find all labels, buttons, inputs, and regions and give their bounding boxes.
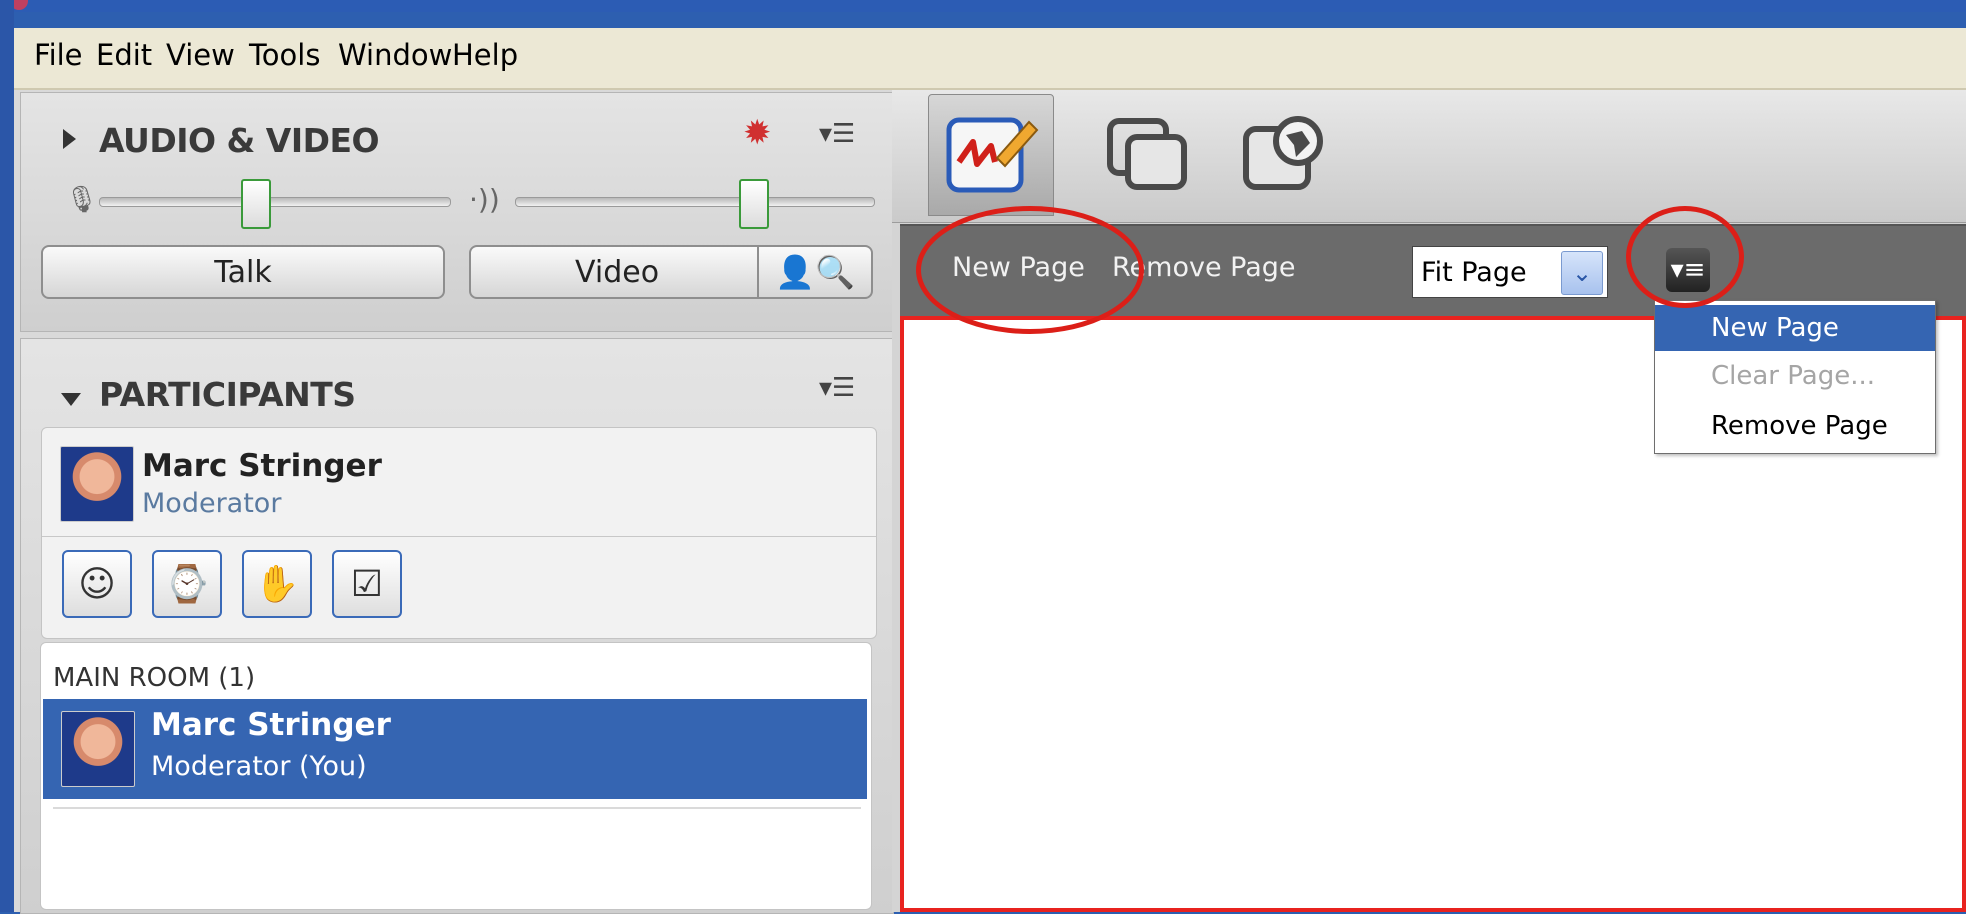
annotation-circle — [916, 206, 1144, 334]
microphone-icon: 🎙 — [65, 185, 99, 215]
participant-list: MAIN ROOM (1) Marc Stringer Moderator (Y… — [40, 642, 872, 910]
menu-edit[interactable]: Edit — [96, 38, 152, 72]
hand-icon: ✋ — [254, 564, 300, 605]
video-button-label: Video — [575, 254, 660, 290]
speaker-slider-track[interactable] — [515, 197, 875, 207]
tab-application-share[interactable] — [1088, 94, 1212, 214]
main-room-label: MAIN ROOM (1) — [53, 663, 256, 693]
window-frame — [0, 0, 14, 912]
away-status-button[interactable]: ⌚ — [152, 550, 222, 618]
chevron-down-icon[interactable]: ⌄ — [1561, 251, 1603, 295]
annotation-circle — [1626, 206, 1744, 308]
video-button[interactable]: Video 👤🔍 — [469, 245, 873, 299]
audio-video-pane: AUDIO & VIDEO ✹ ▾☰ 🎙 ·)) Talk Video 👤🔍 — [20, 92, 894, 332]
menu-view[interactable]: View — [166, 38, 235, 72]
menu-window[interactable]: Window — [338, 38, 452, 72]
smiley-icon: ☺ — [78, 563, 116, 605]
checkbox-icon: ☑ — [350, 563, 384, 605]
my-role: Moderator — [142, 488, 282, 519]
participant-role: Moderator (You) — [151, 751, 367, 782]
avatar — [60, 446, 134, 522]
zoom-select-value: Fit Page — [1421, 257, 1527, 288]
speaker-slider-thumb[interactable] — [739, 179, 769, 229]
list-item[interactable]: Marc Stringer Moderator (You) — [43, 699, 867, 799]
audio-video-title: AUDIO & VIDEO — [99, 121, 380, 160]
speaker-icon: ·)) — [469, 183, 500, 216]
emotion-button[interactable]: ☺ — [62, 550, 132, 618]
options-menu-icon[interactable]: ▾☰ — [819, 119, 855, 149]
settings-gear-icon[interactable]: ✹ — [743, 113, 772, 153]
menu-file[interactable]: File — [34, 38, 83, 72]
left-panel: AUDIO & VIDEO ✹ ▾☰ 🎙 ·)) Talk Video 👤🔍 P… — [14, 90, 894, 914]
menu-item-clear-page: Clear Page... — [1711, 361, 1875, 391]
away-clock-icon: ⌚ — [164, 564, 210, 605]
whiteboard-icon — [946, 117, 1039, 193]
menu-item-remove-page[interactable]: Remove Page — [1655, 403, 1935, 449]
microphone-slider-thumb[interactable] — [241, 179, 271, 229]
tab-whiteboard[interactable] — [928, 94, 1054, 216]
my-status-card: Marc Stringer Moderator ☺ ⌚ ✋ ☑ — [41, 427, 877, 639]
menu-tools[interactable]: Tools — [249, 38, 320, 72]
expand-triangle-icon[interactable] — [63, 129, 76, 149]
talk-button-label: Talk — [214, 254, 272, 290]
options-menu-icon[interactable]: ▾☰ — [819, 373, 855, 403]
menu-item-new-page[interactable]: New Page — [1655, 305, 1935, 351]
menu-bar: File Edit View Tools Window Help — [14, 28, 1966, 90]
content-tabbar — [892, 90, 1966, 223]
participant-name: Marc Stringer — [151, 707, 391, 743]
collapse-triangle-icon[interactable] — [61, 393, 81, 406]
options-dropdown: New Page Clear Page... Remove Page — [1654, 300, 1936, 454]
feedback-button[interactable]: ☑ — [332, 550, 402, 618]
talk-button[interactable]: Talk — [41, 245, 445, 299]
tab-web-tour[interactable] — [1222, 94, 1346, 214]
divider — [53, 807, 861, 809]
microphone-slider-track[interactable] — [99, 197, 451, 207]
menu-help[interactable]: Help — [452, 38, 518, 72]
raise-hand-button[interactable]: ✋ — [242, 550, 312, 618]
participants-title: PARTICIPANTS — [99, 375, 356, 414]
globe-window-icon — [1243, 116, 1323, 190]
windows-icon — [1107, 118, 1187, 190]
video-preview-icon[interactable]: 👤🔍 — [757, 247, 871, 297]
divider — [42, 536, 876, 537]
zoom-select[interactable]: Fit Page ⌄ — [1412, 246, 1608, 298]
avatar — [61, 711, 135, 787]
my-name: Marc Stringer — [142, 448, 382, 484]
window-titlebar — [0, 0, 1966, 12]
